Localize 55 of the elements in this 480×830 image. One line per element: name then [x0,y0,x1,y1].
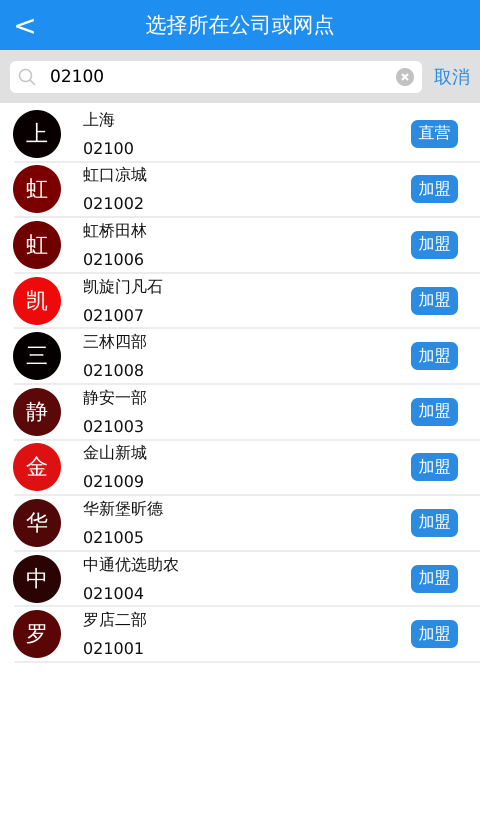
clear-icon[interactable] [396,68,414,86]
branch-code: 021003 [83,416,146,436]
avatar: 三 [13,332,61,380]
branch-code: 021007 [83,306,146,325]
search-icon [18,68,36,86]
type-button[interactable]: 直营 [411,120,458,148]
branch-code: 021002 [83,194,146,214]
avatar: 罗 [13,610,61,658]
branch-row[interactable]: 罗 罗店二部 021001 加盟 [14,607,480,663]
type-button[interactable]: 加盟 [411,286,458,315]
page-title: 选择所在公司或网点 [146,12,334,39]
branch-code: 021006 [83,250,146,269]
branch-name: 罗店二部 [83,610,148,632]
branch-row[interactable]: 凯 凯旋门凡石 021007 加盟 [14,274,480,330]
branch-row[interactable]: 虹 虹口凉城 021002 加盟 [14,162,480,218]
branch-code: 021004 [83,584,146,603]
branch-row[interactable]: 金 金山新城 021009 加盟 [14,440,480,496]
avatar: 静 [13,388,61,436]
branch-name: 中通优选助农 [83,554,180,576]
avatar: 金 [13,443,61,492]
branch-code: 021005 [83,528,146,547]
branch-row[interactable]: 三 三林四部 021008 加盟 [14,329,480,385]
search-box[interactable]: 02100 [10,60,422,92]
avatar: 上 [13,110,61,158]
branch-row[interactable]: 上 上海 02100 直营 [14,107,480,163]
avatar: 凯 [13,276,61,325]
branch-name: 上海 [83,110,116,131]
type-button[interactable]: 加盟 [411,230,458,259]
branch-name: 华新堡昕德 [83,498,164,520]
avatar: 虹 [13,220,61,269]
avatar: 中 [13,554,61,603]
branch-code: 02100 [83,138,135,158]
branch-name: 虹桥田林 [83,220,148,242]
branch-row[interactable]: 华 华新堡昕德 021005 加盟 [14,496,480,552]
branch-row[interactable]: 虹 虹桥田林 021006 加盟 [14,218,480,274]
branch-name: 三林四部 [83,332,148,354]
branch-name: 静安一部 [83,388,148,409]
branch-code: 021001 [83,639,146,658]
branch-name: 虹口凉城 [83,165,148,186]
type-button[interactable]: 加盟 [411,342,458,370]
branch-name: 金山新城 [83,443,148,464]
type-button[interactable]: 加盟 [411,453,458,482]
search-field[interactable]: 02100 [50,66,382,86]
branch-code: 021008 [83,361,146,380]
branch-row[interactable]: 中 中通优选助农 021004 加盟 [14,552,480,608]
avatar: 华 [13,498,61,547]
branch-row[interactable]: 静 静安一部 021003 加盟 [14,384,480,441]
branch-code: 021009 [83,472,146,492]
type-button[interactable]: 加盟 [411,564,458,593]
type-button[interactable]: 加盟 [411,508,458,537]
type-button[interactable]: 加盟 [411,175,458,204]
type-button[interactable]: 加盟 [411,398,458,426]
branch-name: 凯旋门凡石 [83,276,164,298]
avatar: 虹 [13,165,61,214]
type-button[interactable]: 加盟 [411,620,458,648]
